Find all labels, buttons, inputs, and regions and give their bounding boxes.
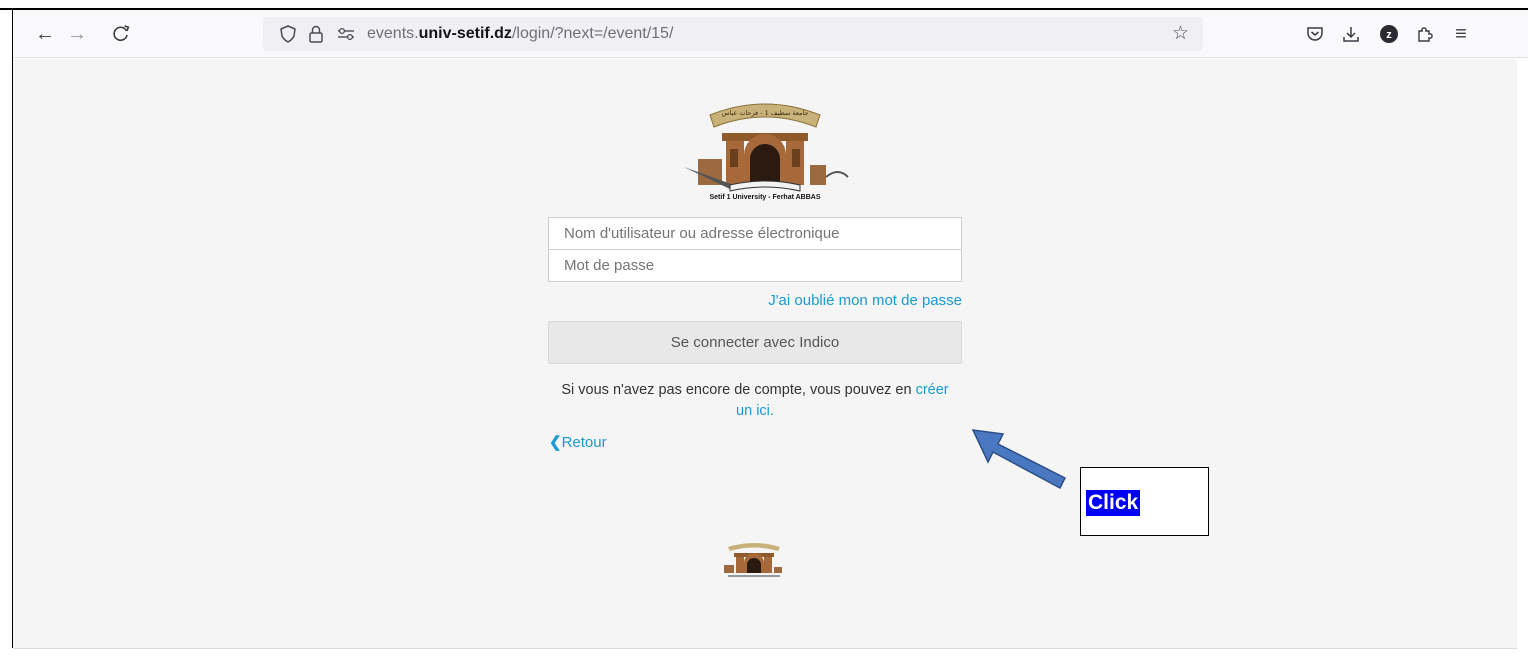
star-icon[interactable]: ☆	[1172, 22, 1189, 45]
forward-arrow-icon[interactable]: →	[65, 22, 89, 46]
extensions-icon[interactable]	[1413, 22, 1437, 46]
login-form	[548, 217, 962, 282]
forgot-password-link[interactable]: J'ai oublié mon mot de passe	[548, 292, 962, 309]
permissions-icon[interactable]	[335, 22, 357, 46]
username-input[interactable]	[549, 218, 961, 250]
back-link-label: Retour	[561, 434, 607, 451]
download-icon[interactable]	[1339, 22, 1363, 46]
click-label: Click	[1086, 490, 1141, 516]
logo-caption: Setif 1 University - Ferhat ABBAS	[710, 194, 821, 201]
browser-screenshot: ← → events.univ-setif.dz/login/?next=/ev…	[0, 0, 1528, 657]
lock-icon[interactable]	[305, 22, 327, 46]
back-arrow-icon[interactable]: ←	[33, 22, 57, 46]
pocket-icon[interactable]	[1303, 22, 1327, 46]
login-button[interactable]: Se connecter avec Indico	[548, 321, 962, 364]
logo-banner-text: جامعة سطيف 1 - فرحات عباس	[722, 109, 809, 117]
menu-icon[interactable]: ≡	[1449, 22, 1473, 46]
password-input[interactable]	[549, 250, 961, 282]
back-link[interactable]: ❮Retour	[549, 433, 607, 451]
address-bar[interactable]: events.univ-setif.dz/login/?next=/event/…	[263, 17, 1203, 51]
url-text[interactable]: events.univ-setif.dz/login/?next=/event/…	[367, 25, 673, 43]
profile-icon[interactable]: z	[1377, 22, 1401, 46]
create-account-link-continued[interactable]: un ici.	[736, 403, 774, 419]
create-account-link[interactable]: créer	[916, 382, 949, 398]
shield-icon[interactable]	[277, 22, 299, 46]
footer-logo	[724, 543, 782, 577]
bottom-border	[13, 648, 1517, 649]
signup-prompt: Si vous n'avez pas encore de compte, vou…	[561, 382, 916, 398]
profile-initial: z	[1386, 29, 1392, 41]
signup-text: Si vous n'avez pas encore de compte, vou…	[548, 380, 962, 422]
reload-icon[interactable]	[109, 22, 133, 46]
click-annotation-box: Click	[1080, 467, 1209, 536]
chevron-left-icon: ❮	[549, 434, 562, 451]
university-logo: جامعة سطيف 1 - فرحات عباس Setif 1 Univer…	[684, 103, 849, 201]
browser-toolbar: ← → events.univ-setif.dz/login/?next=/ev…	[13, 10, 1528, 58]
